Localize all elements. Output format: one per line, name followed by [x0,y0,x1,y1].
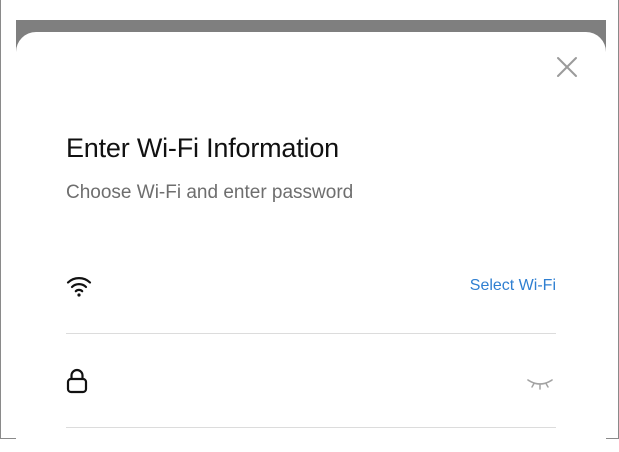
wifi-icon [66,274,92,298]
password-row[interactable] [66,355,556,415]
wifi-ssid-input[interactable] [166,274,440,300]
divider [66,427,556,428]
dialog-title: Enter Wi-Fi Information [66,133,339,163]
eye-closed-icon[interactable] [526,377,554,391]
select-wifi-link[interactable]: Select Wi-Fi [470,277,556,295]
dialog-subtitle: Choose Wi-Fi and enter password [66,182,354,203]
password-input[interactable] [116,371,500,397]
wifi-row[interactable]: Select Wi-Fi [66,258,556,318]
lock-icon [66,368,88,394]
close-button[interactable] [555,55,579,79]
close-icon [557,57,577,77]
divider [66,333,556,334]
